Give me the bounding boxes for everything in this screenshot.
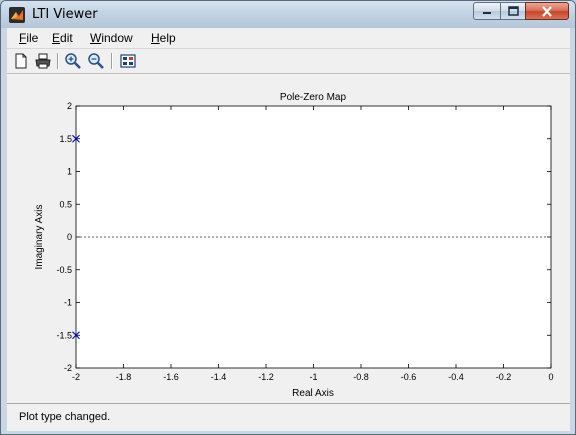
close-icon — [542, 5, 552, 17]
x-tick-label: 0 — [548, 372, 553, 382]
plot-configuration-button[interactable] — [119, 52, 137, 70]
zoom-in-icon — [65, 53, 81, 69]
x-axis-label: Real Axis — [292, 388, 334, 399]
close-button[interactable] — [525, 2, 569, 20]
plot-configuration-icon — [120, 54, 136, 68]
new-file-button[interactable] — [12, 52, 30, 70]
menu-edit[interactable]: Edit — [52, 31, 73, 45]
toolbar-separator — [57, 53, 59, 69]
window-title: LTI Viewer — [32, 7, 98, 22]
y-tick-label: -1 — [64, 298, 72, 308]
x-tick-label: -1.6 — [163, 372, 179, 382]
x-tick-label: -0.4 — [448, 372, 464, 382]
x-tick-label: -1 — [309, 372, 317, 382]
plot-figure-area: Pole-Zero Map -2 -1.8 -1.6 -1.4 -1.2 -1 -0.8 -0… — [7, 73, 570, 404]
print-icon — [35, 53, 51, 69]
y-tick-label: 2 — [67, 101, 72, 111]
toolbar — [7, 48, 570, 73]
menu-help[interactable]: Help — [151, 31, 176, 45]
window-controls — [473, 2, 569, 21]
x-tick-label: -1.8 — [116, 372, 132, 382]
x-tick-label: -0.6 — [401, 372, 417, 382]
y-tick-label: 1 — [67, 167, 72, 177]
zoom-in-button[interactable] — [64, 52, 82, 70]
chart-title: Pole-Zero Map — [280, 92, 347, 103]
maximize-icon — [507, 6, 519, 16]
menu-window-rest: indow — [101, 31, 133, 45]
y-tick-label: -0.5 — [56, 265, 72, 275]
y-tick-label: 0.5 — [59, 199, 72, 209]
new-file-icon — [15, 53, 27, 69]
x-tick-label: -2 — [72, 372, 80, 382]
menu-help-rest: elp — [159, 31, 176, 45]
maximize-button[interactable] — [500, 2, 525, 20]
x-tick-label: -0.8 — [353, 372, 369, 382]
menu-file-rest: ile — [26, 31, 39, 45]
menu-edit-rest: dit — [60, 31, 73, 45]
y-axis-label: Imaginary Axis — [34, 204, 45, 269]
menu-edit-mnemonic: E — [52, 31, 61, 45]
y-tick-label: -1.5 — [56, 330, 72, 340]
x-tick-label: -0.2 — [496, 372, 512, 382]
menu-file[interactable]: File — [19, 31, 38, 45]
y-tick-label: -2 — [64, 363, 72, 373]
matlab-logo-icon — [9, 7, 25, 23]
zoom-out-button[interactable] — [87, 52, 105, 70]
menu-window[interactable]: Window — [90, 31, 133, 45]
pole-zero-plot[interactable]: Pole-Zero Map -2 -1.8 -1.6 -1.4 -1.2 -1 -0.8 -0… — [7, 74, 570, 404]
y-tick-label: 1.5 — [59, 134, 72, 144]
minimize-icon — [483, 12, 491, 14]
x-tick-label: -1.2 — [258, 372, 274, 382]
x-tick-label: -1.4 — [211, 372, 227, 382]
y-tick-label: 0 — [67, 232, 72, 242]
menu-bar: File Edit Window Help — [7, 28, 570, 48]
menu-help-mnemonic: H — [151, 31, 160, 45]
minimize-button[interactable] — [473, 2, 500, 20]
toolbar-separator — [111, 53, 113, 69]
zoom-out-icon — [88, 53, 104, 69]
status-text: Plot type changed. — [19, 411, 111, 423]
print-button[interactable] — [34, 52, 52, 70]
title-bar[interactable]: LTI Viewer — [1, 1, 575, 28]
status-bar: Plot type changed. — [7, 403, 570, 431]
lti-viewer-window: LTI Viewer File Edit Window Help Pole-Ze… — [0, 0, 576, 435]
menu-window-mnemonic: W — [90, 31, 102, 45]
